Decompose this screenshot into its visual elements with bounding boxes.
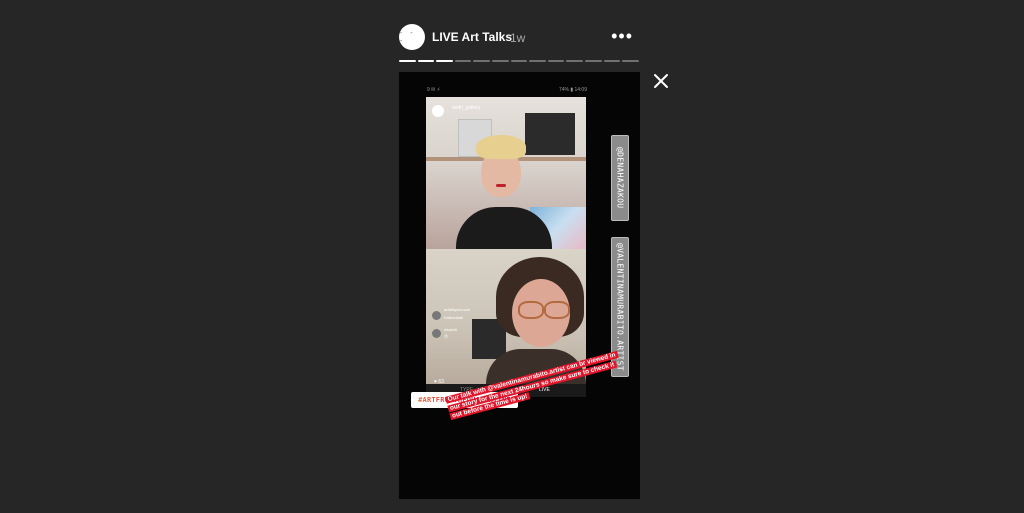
phone-status-bar: 9 ✉ ⚡ 74% ▮ 14:09	[427, 87, 587, 95]
comment-avatar	[432, 329, 441, 338]
live-host-avatar	[432, 105, 444, 117]
live-screenshot: vedri_gallery went live 1 h ago artistby…	[426, 97, 586, 397]
status-right: 74% ▮ 14:09	[558, 87, 587, 93]
story-author[interactable]: LIVE Art Talks	[432, 30, 512, 44]
progress-segment	[492, 60, 509, 62]
progress-segment	[529, 60, 546, 62]
avatar-text: - - -	[399, 29, 415, 45]
mention-sticker-denahazakou[interactable]: @DENAHAZAKOU	[611, 135, 629, 221]
comment-text: Katheddall	[444, 315, 463, 320]
status-left: 9 ✉ ⚡	[427, 87, 441, 93]
progress-segment	[603, 60, 621, 62]
comment-user: artistbymoruzh	[444, 307, 471, 312]
progress-segment	[510, 60, 528, 62]
live-username: vedri_gallery	[452, 105, 481, 111]
story-header: - - - LIVE Art Talks 1w •••	[399, 22, 639, 52]
progress-segment	[436, 60, 453, 62]
close-icon[interactable]	[650, 70, 672, 92]
avatar[interactable]: - - -	[399, 24, 425, 50]
comment-text: 😍	[444, 334, 449, 339]
wall-artwork-dark	[525, 113, 575, 155]
live-video-top: vedri_gallery went live 1 h ago	[426, 97, 586, 249]
comment-avatar	[432, 311, 441, 320]
person-hair	[476, 135, 526, 159]
live-subtitle: went live 1 h ago	[452, 112, 483, 117]
person-lips	[496, 184, 506, 187]
mention-text: @DENAHAZAKOU	[615, 147, 625, 209]
progress-segment	[622, 60, 639, 62]
progress-segment	[547, 60, 565, 62]
story-media[interactable]: 9 ✉ ⚡ 74% ▮ 14:09 vedri_gallery went liv…	[399, 72, 640, 499]
live-video-bottom: artistbymoruzh Katheddall mkaruli 😍 ♥ 63…	[426, 249, 586, 385]
story-age: 1w	[510, 31, 526, 45]
more-horizontal-icon[interactable]: •••	[611, 26, 633, 47]
comment-user: mkaruli	[444, 327, 457, 332]
progress-segment	[473, 60, 491, 62]
story-progress-bar	[399, 60, 639, 62]
progress-segment	[454, 60, 472, 62]
glasses-right	[544, 301, 570, 319]
progress-segment	[566, 60, 584, 62]
glasses-left	[518, 301, 544, 319]
progress-segment	[417, 60, 435, 62]
progress-segment	[399, 60, 416, 62]
progress-segment	[585, 60, 602, 62]
